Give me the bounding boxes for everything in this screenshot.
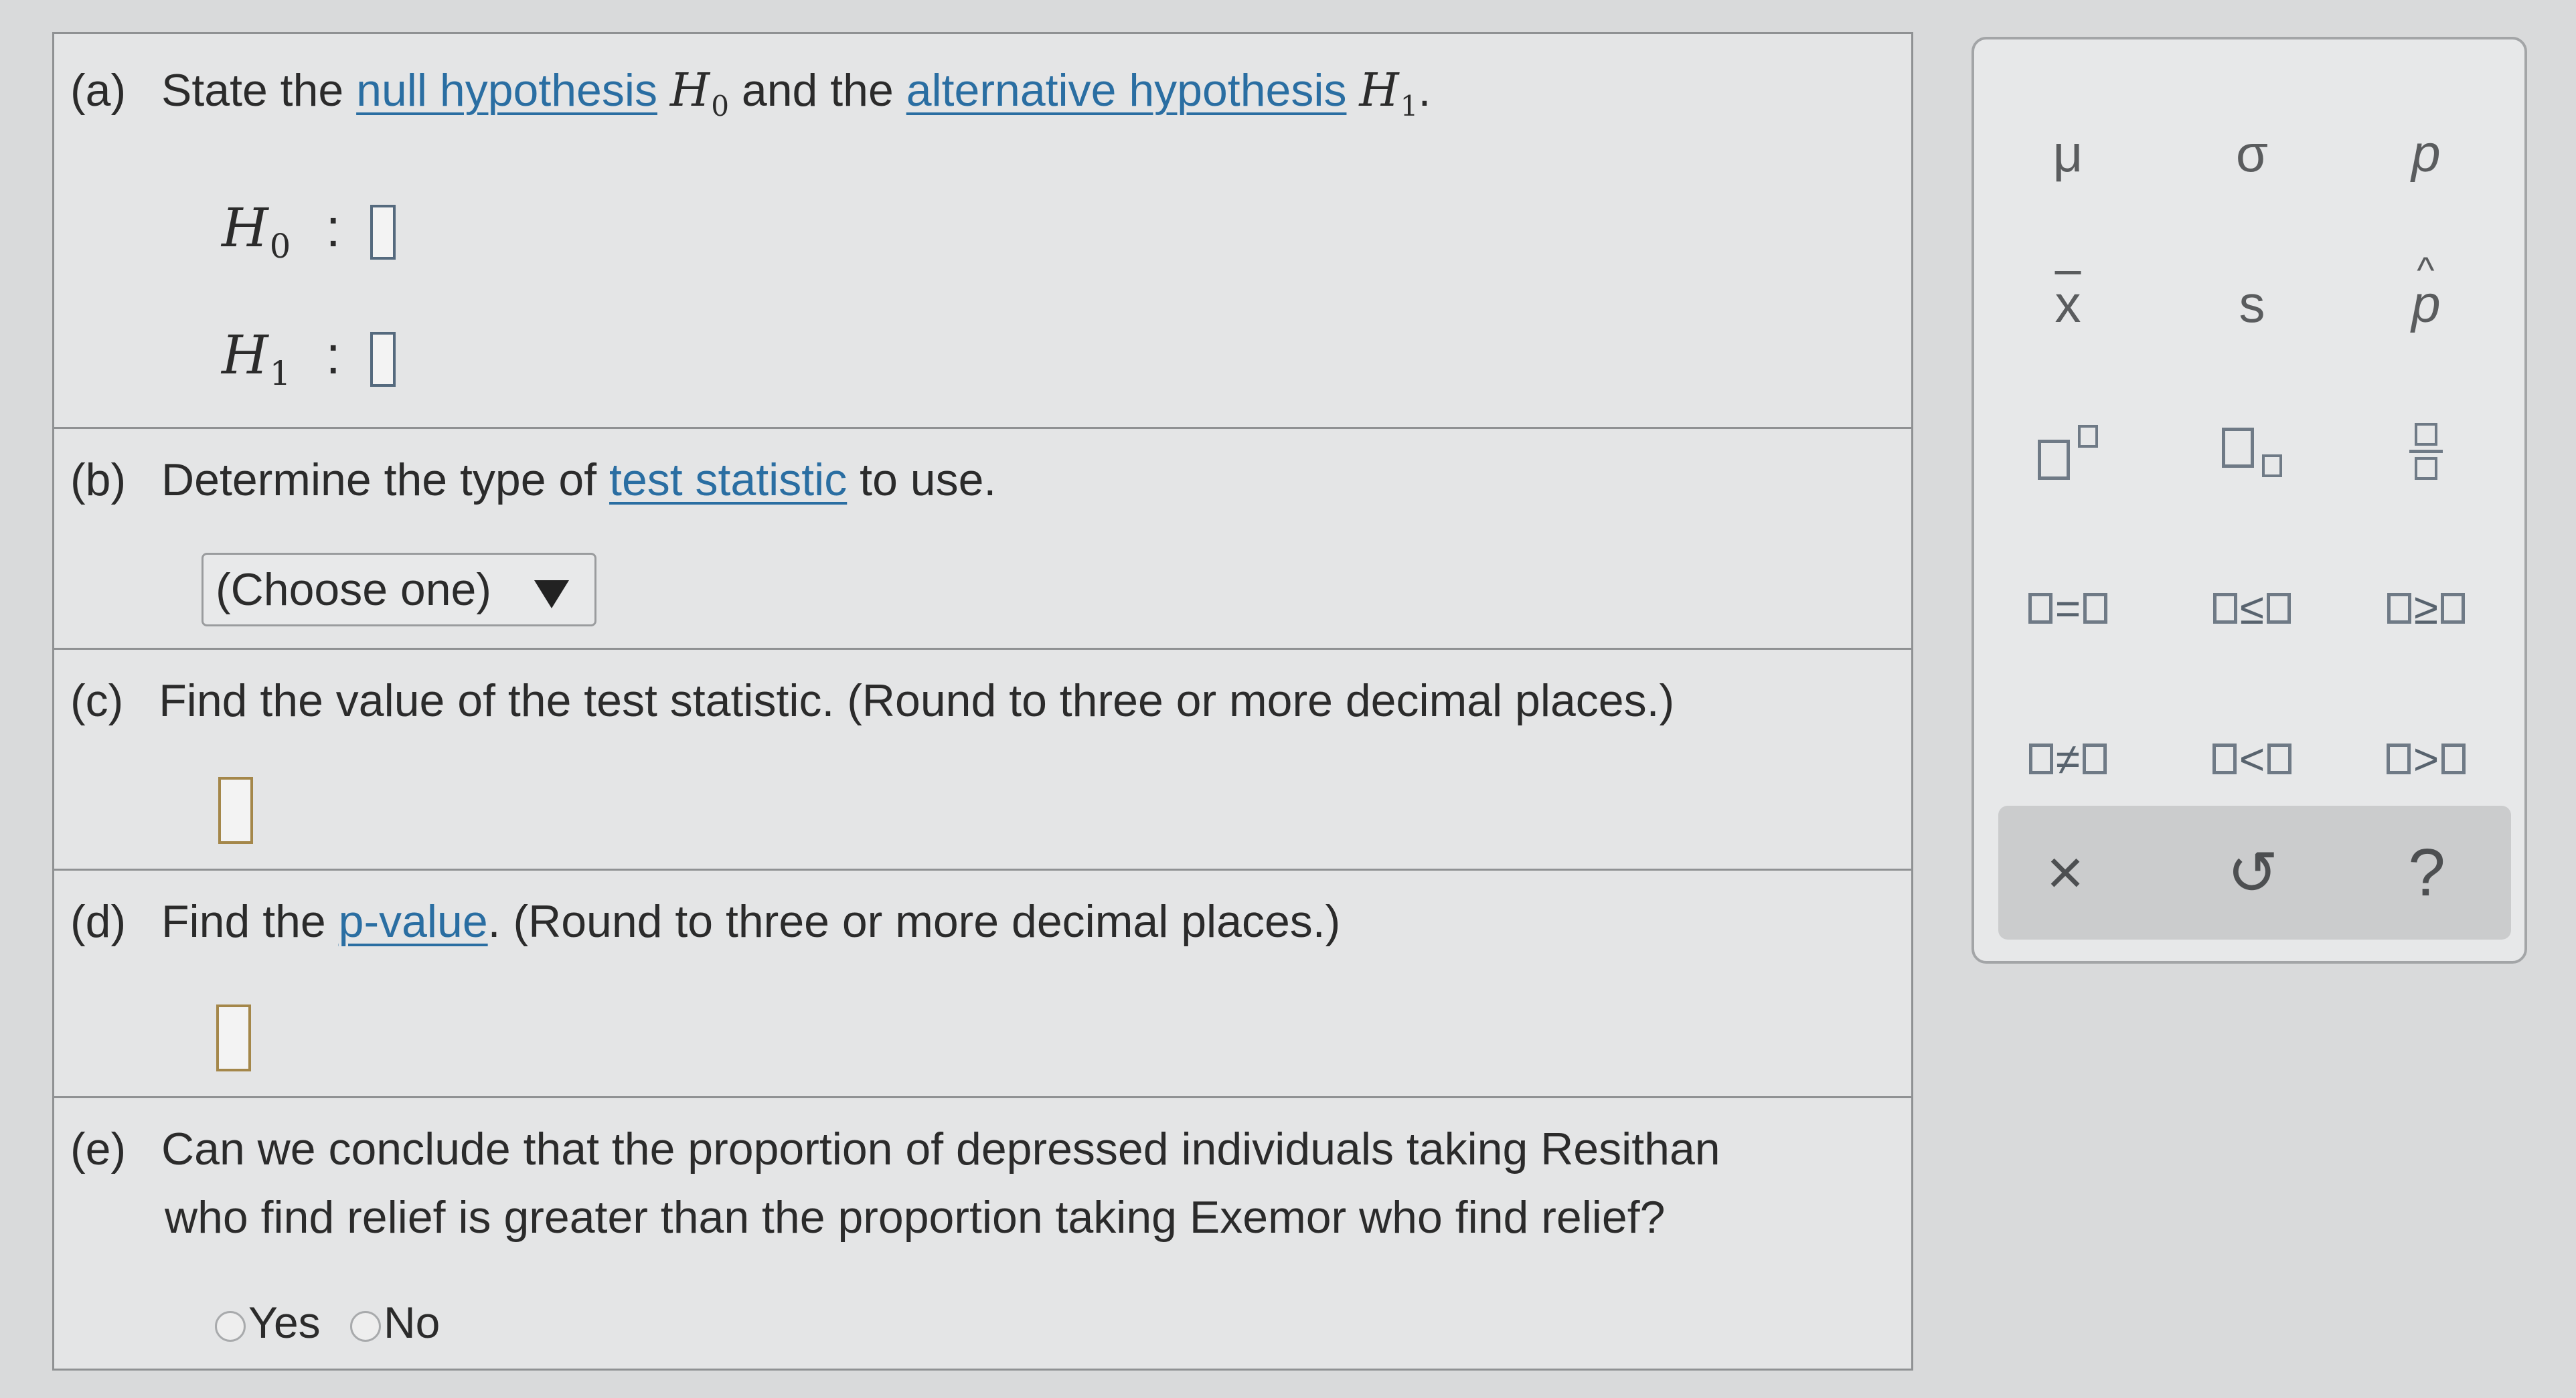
question-e-label: (e): [70, 1124, 127, 1174]
mu-key[interactable]: μ: [2001, 113, 2135, 193]
question-c-label: (c): [70, 675, 124, 726]
symbol-palette: μ σ p x s ^ p = ≤ ≥ ≠ < > × ↺ ?: [1971, 37, 2527, 964]
dropdown-value: (Choose one): [216, 564, 492, 615]
question-b-label: (b): [70, 454, 127, 505]
x-bar-key[interactable]: x: [2001, 264, 2135, 344]
h0-symbol: H0: [669, 64, 730, 122]
h0-row: H0 :: [222, 195, 396, 280]
question-e-prompt: (e) Can we conclude that the proportion …: [70, 1124, 1720, 1174]
superscript-template-icon: [2031, 421, 2105, 481]
no-radio[interactable]: [350, 1311, 382, 1342]
yes-radio[interactable]: [215, 1311, 246, 1342]
greater-equal-key[interactable]: ≥: [2359, 568, 2493, 648]
alternative-hypothesis-link[interactable]: alternative hypothesis: [906, 65, 1347, 116]
help-button[interactable]: ?: [2360, 833, 2494, 913]
p-key[interactable]: p: [2359, 113, 2493, 193]
undo-button[interactable]: ↺: [2186, 833, 2320, 913]
test-statistic-dropdown[interactable]: (Choose one): [202, 553, 596, 626]
equals-key[interactable]: =: [2001, 568, 2135, 648]
h0-answer-box[interactable]: [370, 204, 396, 260]
section-d: (d) Find the p-value. (Round to three or…: [54, 871, 1911, 1098]
subscript-template-icon: [2215, 421, 2289, 481]
question-a-label: (a): [70, 65, 127, 116]
question-d-prompt: (d) Find the p-value. (Round to three or…: [70, 896, 1341, 947]
question-panel: (a) State the null hypothesis H0 and the…: [52, 32, 1913, 1371]
test-statistic-answer-box[interactable]: [218, 777, 253, 844]
subscript-key[interactable]: [2185, 411, 2319, 491]
question-e-prompt-line-2: who find relief is greater than the prop…: [165, 1192, 1666, 1243]
test-statistic-link[interactable]: test statistic: [609, 454, 847, 505]
hat-icon: ^: [2417, 248, 2435, 291]
h1-row-symbol: H1: [222, 324, 291, 394]
palette-action-bar: × ↺ ?: [1998, 806, 2511, 940]
null-hypothesis-link[interactable]: null hypothesis: [356, 65, 657, 116]
p-value-link[interactable]: p-value: [339, 896, 488, 947]
yes-no-options: Yes No: [215, 1292, 440, 1352]
h1-symbol: H1: [1359, 64, 1419, 122]
s-key[interactable]: s: [2185, 264, 2319, 344]
fraction-template-icon: [2409, 422, 2443, 480]
h0-row-symbol: H0: [222, 197, 291, 266]
close-icon: ×: [2046, 837, 2085, 908]
clear-button[interactable]: ×: [1998, 833, 2132, 913]
h1-row: H1 :: [222, 322, 396, 407]
less-equal-key[interactable]: ≤: [2185, 568, 2319, 648]
p-hat-key[interactable]: ^ p: [2359, 249, 2493, 344]
section-a: (a) State the null hypothesis H0 and the…: [54, 34, 1911, 429]
section-e: (e) Can we conclude that the proportion …: [54, 1098, 1911, 1373]
dropdown-arrow-icon: [534, 580, 569, 608]
help-icon: ?: [2408, 835, 2445, 910]
greater-than-key[interactable]: >: [2359, 719, 2493, 799]
no-option[interactable]: No: [350, 1298, 440, 1347]
fraction-key[interactable]: [2359, 411, 2493, 491]
question-d-label: (d): [70, 896, 127, 947]
p-value-answer-box[interactable]: [216, 1004, 251, 1071]
section-c: (c) Find the value of the test statistic…: [54, 650, 1911, 871]
question-c-prompt: (c) Find the value of the test statistic…: [70, 675, 1675, 726]
sigma-key[interactable]: σ: [2185, 113, 2319, 193]
yes-option[interactable]: Yes: [215, 1298, 333, 1347]
undo-icon: ↺: [2227, 839, 2279, 907]
superscript-key[interactable]: [2001, 411, 2135, 491]
h1-answer-box[interactable]: [370, 331, 396, 387]
question-a-prompt: (a) State the null hypothesis H0 and the…: [70, 64, 1431, 122]
section-b: (b) Determine the type of test statistic…: [54, 429, 1911, 650]
not-equal-key[interactable]: ≠: [2001, 719, 2135, 799]
question-b-prompt: (b) Determine the type of test statistic…: [70, 454, 997, 505]
less-than-key[interactable]: <: [2185, 719, 2319, 799]
